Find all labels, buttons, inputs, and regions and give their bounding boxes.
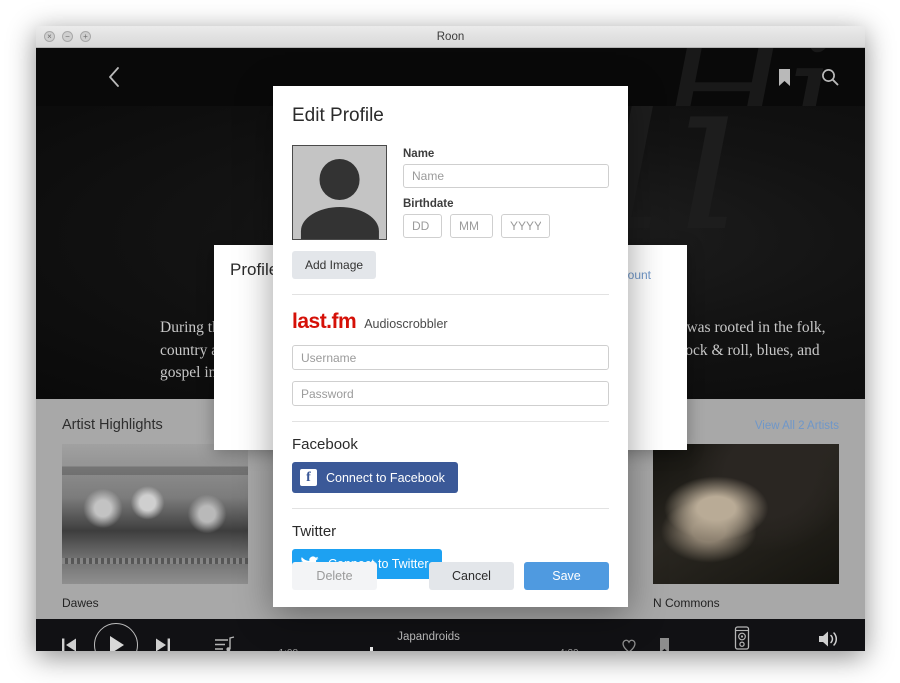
audioscrobbler-label: Audioscrobbler [364, 317, 447, 331]
name-label: Name [403, 148, 609, 160]
volume-level: 77 [823, 651, 834, 652]
volume-control[interactable]: 77 [817, 629, 841, 652]
lastfm-password-field [292, 381, 609, 406]
twitter-section-title: Twitter [292, 523, 609, 540]
birthdate-inputs [403, 214, 609, 238]
lastfm-logo: last.fm [292, 310, 356, 334]
queue-icon[interactable] [214, 636, 236, 651]
settings-panel-title: Profile [230, 260, 278, 280]
add-image-button[interactable]: Add Image [292, 251, 376, 279]
duration-time: 4:20 [559, 648, 578, 651]
avatar-and-fields-row: Name Birthdate [292, 145, 609, 240]
divider [292, 294, 609, 295]
lastfm-username-input[interactable] [292, 345, 609, 370]
dawes-band-photo [62, 444, 248, 584]
elapsed-time: 1:08 [279, 648, 298, 651]
track-title: Japandroids [397, 631, 460, 643]
profile-fields: Name Birthdate [403, 145, 609, 240]
artist-image[interactable] [653, 444, 839, 584]
bookmark-icon[interactable] [659, 638, 670, 652]
commons-portrait-photo [653, 444, 839, 584]
hamburger-icon[interactable] [62, 70, 82, 84]
delete-button[interactable]: Delete [292, 562, 377, 590]
now-playing: Japandroids 1:08 4:20 [236, 631, 621, 651]
avatar-body-shape [300, 207, 378, 240]
previous-track-icon[interactable] [60, 636, 78, 651]
avatar-head-shape [319, 159, 360, 200]
artist-name: N Commons [653, 596, 839, 610]
bookmark-icon[interactable] [778, 69, 791, 86]
heart-icon[interactable] [621, 637, 637, 651]
window-title: Roon [36, 31, 865, 43]
artist-card-dawes[interactable]: Dawes [62, 444, 248, 610]
output-device-button[interactable]: System Output [710, 625, 773, 651]
view-all-artists-link[interactable]: View All 2 Artists [755, 420, 839, 432]
connect-to-facebook-button[interactable]: f Connect to Facebook [292, 462, 458, 493]
lastfm-header: last.fm Audioscrobbler [292, 310, 609, 334]
lastfm-username-field [292, 345, 609, 370]
next-track-icon[interactable] [154, 636, 172, 651]
play-icon[interactable] [94, 623, 138, 651]
seek-row: 1:08 4:20 [279, 648, 579, 651]
birth-month-input[interactable] [450, 214, 493, 238]
facebook-icon: f [300, 469, 317, 486]
window-titlebar: × − + Roon [36, 26, 865, 48]
highlights-title: Artist Highlights [62, 417, 163, 433]
save-button[interactable]: Save [524, 562, 609, 590]
birth-year-input[interactable] [501, 214, 550, 238]
back-chevron-icon[interactable] [108, 67, 120, 87]
artist-card-commons[interactable]: N Commons [653, 444, 839, 610]
dialog-footer: Delete Cancel Save [292, 562, 609, 590]
dialog-title: Edit Profile [292, 86, 609, 127]
divider [292, 421, 609, 422]
desktop-backdrop: × − + Roon Hi Hi Durin [0, 0, 900, 683]
name-input[interactable] [403, 164, 609, 188]
field-spacer [403, 188, 609, 198]
user-avatar-placeholder[interactable] [292, 145, 387, 240]
cancel-button[interactable]: Cancel [429, 562, 514, 590]
connect-to-facebook-label: Connect to Facebook [326, 471, 445, 485]
artist-image[interactable] [62, 444, 248, 584]
navbar-watermark: Hi [656, 48, 835, 106]
speaker-output-icon [732, 625, 752, 651]
artist-name: Dawes [62, 596, 248, 610]
lastfm-password-input[interactable] [292, 381, 609, 406]
seek-handle[interactable] [370, 647, 373, 651]
birth-day-input[interactable] [403, 214, 442, 238]
birthdate-label: Birthdate [403, 198, 609, 210]
search-icon[interactable] [821, 68, 839, 86]
volume-icon [817, 629, 841, 649]
player-bar: Japandroids 1:08 4:20 [36, 619, 865, 651]
facebook-section-title: Facebook [292, 436, 609, 453]
divider [292, 508, 609, 509]
edit-profile-dialog: Edit Profile Name Birthdate Add Image [273, 86, 628, 607]
